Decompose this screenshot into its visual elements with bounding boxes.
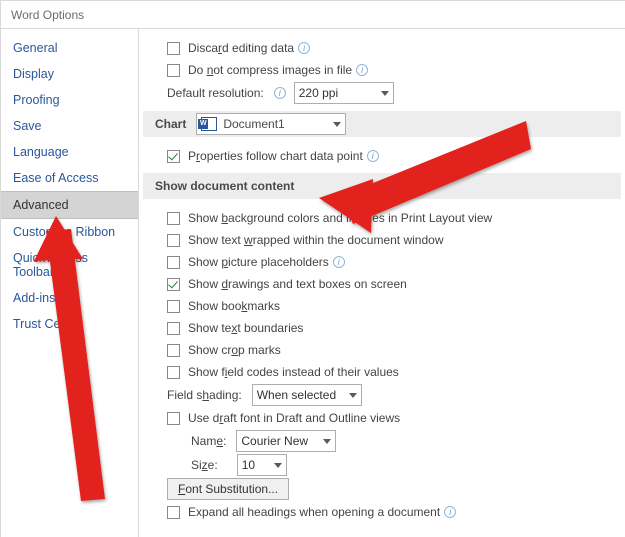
size-label: Size: (191, 458, 218, 472)
field-shading-label: Field shading: (167, 388, 242, 402)
font-substitution-button[interactable]: Font Substitution... Font Substitution..… (167, 478, 289, 500)
option-properties-follow-chart[interactable]: Properties follow chart data point Prope… (139, 145, 625, 167)
name-label: Name: (191, 434, 226, 448)
label: Show text boundaries (188, 321, 303, 335)
info-icon[interactable] (333, 256, 345, 268)
select-value: 10 (242, 458, 255, 472)
default-resolution-label: Default resolution: (167, 86, 264, 100)
sidebar-item-customize-ribbon[interactable]: Customize Ribbon (1, 219, 138, 245)
word-document-icon (201, 117, 217, 131)
font-substitution-row: Font Substitution... Font Substitution..… (139, 477, 625, 501)
chevron-down-icon (333, 122, 341, 127)
label: Do not compress images in file (188, 63, 352, 77)
sidebar-item-add-ins[interactable]: Add-ins (1, 285, 138, 311)
option-discard-editing-data[interactable]: Discard editing data Discard editing dat… (139, 37, 625, 59)
chevron-down-icon (381, 91, 389, 96)
section-chart: Chart Document1 (143, 111, 621, 137)
sidebar-item-language[interactable]: Language (1, 139, 138, 165)
default-resolution-row: Default resolution: 220 ppi (139, 81, 625, 105)
label: Show drawings and text boxes on screen (188, 277, 407, 291)
info-icon[interactable] (356, 64, 368, 76)
option-show-background-colors[interactable]: Show background colors and images in Pri… (139, 207, 625, 229)
checkbox-icon[interactable] (167, 64, 180, 77)
checkbox-icon[interactable] (167, 506, 180, 519)
chevron-down-icon (323, 439, 331, 444)
checkbox-icon[interactable] (167, 412, 180, 425)
option-show-drawings[interactable]: Show drawings and text boxes on screen S… (139, 273, 625, 295)
checkbox-icon[interactable] (167, 300, 180, 313)
option-use-draft-font[interactable]: Use draft font in Draft and Outline view… (139, 407, 625, 429)
sidebar-item-advanced[interactable]: Advanced (1, 191, 138, 219)
draft-font-size-row: Size: Size: 10 (139, 453, 625, 477)
sidebar-item-general[interactable]: General (1, 35, 138, 61)
option-show-crop-marks[interactable]: Show crop marks Show crop marks (139, 339, 625, 361)
checkbox-icon[interactable] (167, 366, 180, 379)
section-title: Chart (155, 117, 186, 131)
label: Show background colors and images in Pri… (188, 211, 492, 225)
option-expand-all-headings[interactable]: Expand all headings when opening a docum… (139, 501, 625, 523)
option-show-field-codes[interactable]: Show field codes instead of their values… (139, 361, 625, 383)
draft-font-name-row: Name: Name: Courier New (139, 429, 625, 453)
checkbox-icon[interactable] (167, 150, 180, 163)
checkbox-icon[interactable] (167, 278, 180, 291)
window-title: Word Options (1, 1, 625, 29)
label: Show text wrapped within the document wi… (188, 233, 443, 247)
sidebar: General Display Proofing Save Language E… (1, 29, 139, 537)
label: Discard editing data (188, 41, 294, 55)
select-value: Document1 (223, 117, 284, 131)
sidebar-item-ease-of-access[interactable]: Ease of Access (1, 165, 138, 191)
option-show-bookmarks[interactable]: Show bookmarks Show bookmarks (139, 295, 625, 317)
checkbox-icon[interactable] (167, 256, 180, 269)
chevron-down-icon (349, 393, 357, 398)
draft-font-size-select[interactable]: 10 (237, 454, 287, 476)
sidebar-item-proofing[interactable]: Proofing (1, 87, 138, 113)
chevron-down-icon (274, 463, 282, 468)
default-resolution-select[interactable]: 220 ppi (294, 82, 394, 104)
label: Show bookmarks (188, 299, 280, 313)
sidebar-item-quick-access-toolbar[interactable]: Quick Access Toolbar (1, 245, 138, 285)
info-icon[interactable] (444, 506, 456, 518)
button-label: Font Substitution... (178, 482, 278, 496)
info-icon[interactable] (274, 87, 286, 99)
select-value: When selected (257, 388, 336, 402)
option-show-picture-placeholders[interactable]: Show picture placeholders Show picture p… (139, 251, 625, 273)
option-dont-compress-images[interactable]: Do not compress images in file Do not co… (139, 59, 625, 81)
body: General Display Proofing Save Language E… (1, 29, 625, 537)
info-icon[interactable] (367, 150, 379, 162)
section-show-document-content: Show document content (143, 173, 621, 199)
main-pane: Discard editing data Discard editing dat… (139, 29, 625, 537)
checkbox-icon[interactable] (167, 234, 180, 247)
info-icon[interactable] (298, 42, 310, 54)
checkbox-icon[interactable] (167, 344, 180, 357)
checkbox-icon[interactable] (167, 42, 180, 55)
label: Use draft font in Draft and Outline view… (188, 411, 400, 425)
label: Expand all headings when opening a docum… (188, 505, 440, 519)
draft-font-name-select[interactable]: Courier New (236, 430, 336, 452)
field-shading-select[interactable]: When selected (252, 384, 362, 406)
sidebar-item-trust-center[interactable]: Trust Center (1, 311, 138, 337)
sidebar-item-display[interactable]: Display (1, 61, 138, 87)
option-show-text-boundaries[interactable]: Show text boundaries Show text boundarie… (139, 317, 625, 339)
section-title: Show document content (155, 179, 294, 193)
label: Show field codes instead of their values (188, 365, 399, 379)
select-value: Courier New (241, 434, 308, 448)
checkbox-icon[interactable] (167, 212, 180, 225)
label: Show crop marks (188, 343, 281, 357)
checkbox-icon[interactable] (167, 322, 180, 335)
field-shading-row: Field shading: Field shading: When selec… (139, 383, 625, 407)
sidebar-item-save[interactable]: Save (1, 113, 138, 139)
chart-document-select[interactable]: Document1 (196, 113, 346, 135)
option-show-text-wrapped[interactable]: Show text wrapped within the document wi… (139, 229, 625, 251)
word-options-window: { "title": "Word Options", "sidebar": { … (0, 0, 625, 537)
label: Show picture placeholders (188, 255, 329, 269)
select-value: 220 ppi (299, 86, 338, 100)
label: Properties follow chart data point (188, 149, 363, 163)
